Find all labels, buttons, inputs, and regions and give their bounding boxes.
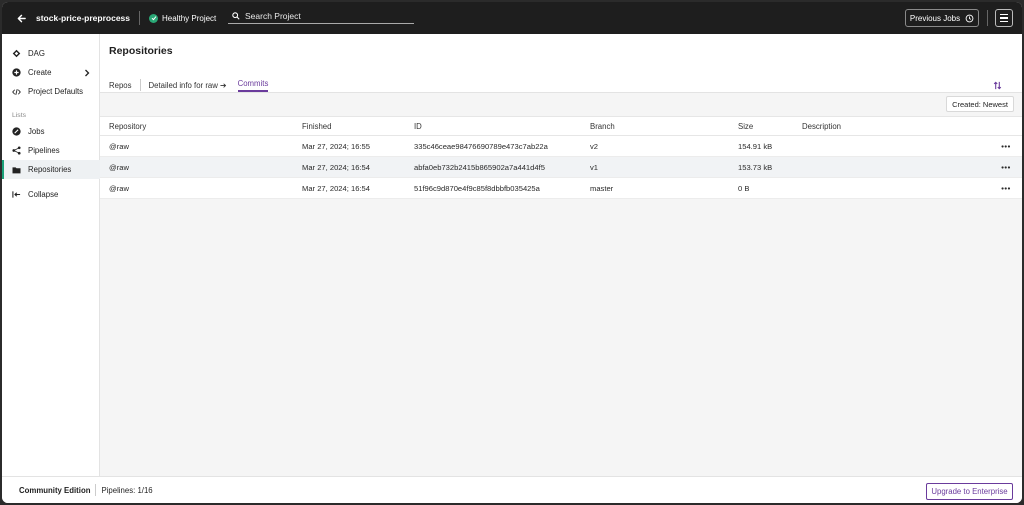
table-row[interactable]: @raw Mar 27, 2024; 16:55 335c46ceae98476… bbox=[100, 136, 1022, 157]
tab-detailed-info[interactable]: Detailed info for raw ➔ bbox=[149, 81, 227, 90]
sidebar-item-label: Pipelines bbox=[28, 146, 60, 155]
row-more-options-icon[interactable]: ••• bbox=[1000, 157, 1012, 177]
tab-repos[interactable]: Repos bbox=[109, 81, 132, 90]
cell-id: 335c46ceae98476690789e473c7ab22a bbox=[414, 141, 548, 151]
sort-toggle-button[interactable] bbox=[993, 81, 1002, 92]
search-placeholder: Search Project bbox=[245, 11, 301, 21]
pipelines-count: Pipelines: 1/16 bbox=[101, 485, 153, 495]
table-row[interactable]: @raw Mar 27, 2024; 16:54 51f96c9d870e4f9… bbox=[100, 178, 1022, 199]
row-more-options-icon[interactable]: ••• bbox=[1000, 136, 1012, 156]
sidebar-item-label: Jobs bbox=[28, 127, 45, 136]
previous-jobs-button[interactable]: Previous Jobs bbox=[905, 9, 979, 27]
tab-bar: Repos Detailed info for raw ➔ Commits bbox=[109, 78, 269, 92]
sidebar-item-label: Repositories bbox=[28, 165, 72, 174]
code-icon bbox=[12, 87, 21, 96]
main-menu-button[interactable] bbox=[995, 9, 1013, 27]
cell-branch: v1 bbox=[590, 162, 599, 172]
commits-table: Repository Finished ID Branch Size Descr… bbox=[100, 116, 1022, 199]
main-content: Repositories Repos Detailed info for raw… bbox=[100, 34, 1022, 476]
plus-circle-icon bbox=[12, 68, 21, 77]
footer-bar: Community Edition Pipelines: 1/16 Upgrad… bbox=[2, 476, 1022, 503]
cell-repository: @raw bbox=[109, 183, 129, 193]
arrow-left-icon bbox=[17, 14, 26, 22]
table-header-row: Repository Finished ID Branch Size Descr… bbox=[100, 116, 1022, 136]
hamburger-icon bbox=[1000, 14, 1008, 16]
cell-repository: @raw bbox=[109, 141, 129, 151]
cell-size: 154.91 kB bbox=[738, 141, 773, 151]
page-title: Repositories bbox=[109, 45, 173, 57]
sidebar-item-label: Project Defaults bbox=[28, 87, 84, 96]
sidebar-item-create[interactable]: Create bbox=[2, 63, 100, 82]
sidebar-item-project-defaults[interactable]: Project Defaults bbox=[2, 82, 100, 101]
cell-finished: Mar 27, 2024; 16:55 bbox=[302, 141, 370, 151]
tab-commits[interactable]: Commits bbox=[237, 79, 269, 92]
sidebar-item-jobs[interactable]: Jobs bbox=[2, 122, 100, 141]
column-header-id: ID bbox=[414, 121, 422, 131]
app-window: stock-price-preprocess Healthy Project S… bbox=[2, 2, 1022, 503]
pipelines-icon bbox=[12, 146, 21, 155]
cell-finished: Mar 27, 2024; 16:54 bbox=[302, 183, 370, 193]
health-status-label: Healthy Project bbox=[162, 13, 217, 23]
cell-id: abfa0eb732b2415b865902a7a441d4f5 bbox=[414, 162, 545, 172]
page-header: Repositories Repos Detailed info for raw… bbox=[100, 34, 1022, 93]
search-icon bbox=[232, 12, 240, 20]
header-separator bbox=[987, 10, 988, 26]
upgrade-enterprise-button[interactable]: Upgrade to Enterprise bbox=[926, 483, 1013, 500]
cell-branch: master bbox=[590, 183, 614, 193]
collapse-label: Collapse bbox=[28, 190, 59, 199]
dag-icon bbox=[12, 49, 21, 58]
column-header-size: Size bbox=[738, 121, 754, 131]
history-icon bbox=[965, 14, 974, 22]
cell-branch: v2 bbox=[590, 141, 599, 151]
sort-icon bbox=[993, 81, 1002, 90]
cell-finished: Mar 27, 2024; 16:54 bbox=[302, 162, 370, 172]
project-name[interactable]: stock-price-preprocess bbox=[36, 13, 130, 23]
edition-label: Community Edition bbox=[19, 485, 91, 495]
sidebar-item-pipelines[interactable]: Pipelines bbox=[2, 141, 100, 160]
cell-size: 153.73 kB bbox=[738, 162, 773, 172]
chevron-right-icon bbox=[85, 69, 90, 76]
top-header: stock-price-preprocess Healthy Project S… bbox=[2, 2, 1022, 34]
column-header-finished: Finished bbox=[302, 121, 332, 131]
header-divider bbox=[139, 11, 141, 25]
column-header-repository: Repository bbox=[109, 121, 147, 131]
sidebar-item-label: DAG bbox=[28, 49, 45, 58]
lists-heading: Lists bbox=[12, 112, 26, 119]
footer-divider bbox=[95, 484, 97, 496]
collapse-icon bbox=[12, 190, 21, 199]
sidebar-item-label: Create bbox=[28, 68, 52, 77]
project-health[interactable]: Healthy Project bbox=[149, 13, 217, 23]
table-row[interactable]: @raw Mar 27, 2024; 16:54 abfa0eb732b2415… bbox=[100, 157, 1022, 178]
search-input[interactable]: Search Project bbox=[228, 9, 414, 24]
sort-dropdown[interactable]: Created: Newest bbox=[946, 96, 1014, 112]
folder-icon bbox=[12, 165, 21, 174]
sidebar: DAG Create Project Defaults Lists Jobs P… bbox=[2, 34, 100, 476]
check-circle-icon bbox=[149, 13, 159, 23]
sidebar-item-repositories[interactable]: Repositories bbox=[2, 160, 100, 179]
previous-jobs-label: Previous Jobs bbox=[909, 13, 961, 23]
back-button[interactable] bbox=[14, 11, 28, 25]
sidebar-item-dag[interactable]: DAG bbox=[2, 44, 100, 63]
tab-divider bbox=[139, 79, 141, 91]
column-header-description: Description bbox=[802, 121, 841, 131]
row-more-options-icon[interactable]: ••• bbox=[1000, 178, 1012, 198]
sidebar-collapse-button[interactable]: Collapse bbox=[2, 185, 100, 204]
cell-repository: @raw bbox=[109, 162, 129, 172]
cell-size: 0 B bbox=[738, 183, 750, 193]
jobs-icon bbox=[12, 127, 21, 136]
column-header-branch: Branch bbox=[590, 121, 615, 131]
cell-id: 51f96c9d870e4f9c85f8dbbfb035425a bbox=[414, 183, 540, 193]
